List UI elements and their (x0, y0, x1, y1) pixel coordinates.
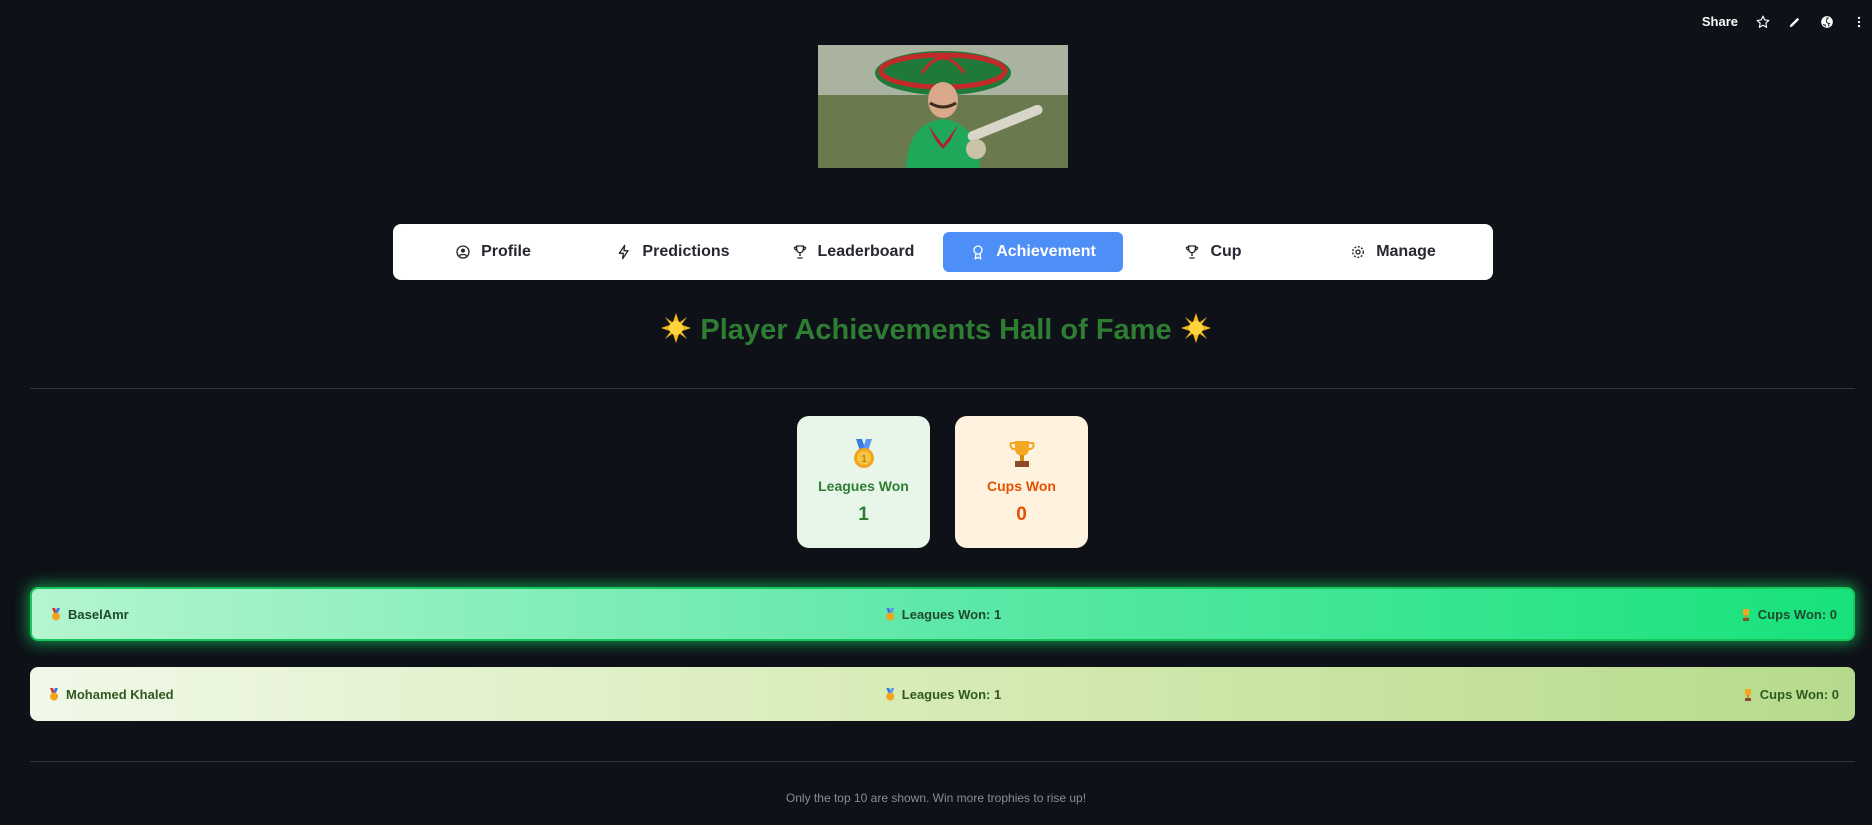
star-icon[interactable] (1756, 15, 1770, 29)
player-row: Mohamed Khaled Leagues Won: 1 Cups Won: … (30, 667, 1855, 721)
cups-won-label: Cups Won (987, 478, 1056, 494)
player-leagues-won: Leagues Won: 1 (901, 686, 1002, 702)
tab-predictions-label: Predictions (642, 243, 730, 260)
medal-icon (52, 607, 60, 620)
tab-profile-label: Profile (481, 243, 531, 260)
player-leagues-cell: Leagues Won: 1 (884, 687, 1001, 702)
gear-icon (1352, 246, 1365, 258)
leagues-won-card: 1 Leagues Won 1 (797, 416, 930, 548)
trophy-icon (1742, 608, 1749, 621)
lightning-icon (619, 244, 630, 260)
leagues-won-value: 1 (858, 504, 869, 525)
tab-achievement-label: Achievement (996, 243, 1096, 260)
tab-profile[interactable]: Profile (403, 232, 583, 272)
footer-note: Only the top 10 are shown. Win more trop… (785, 791, 1087, 805)
edit-icon[interactable] (1788, 15, 1802, 29)
medal-icon (885, 607, 894, 620)
github-icon[interactable] (1820, 15, 1834, 29)
leagues-won-label: Leagues Won (818, 478, 909, 494)
cups-won-card: Cups Won 0 (955, 416, 1088, 548)
player-name-cell: BaselAmr (50, 607, 129, 622)
trophy-icon (793, 245, 806, 259)
player-row: BaselAmr Leagues Won: 1 Cups Won: 0 (30, 587, 1855, 641)
tab-predictions[interactable]: Predictions (583, 232, 763, 272)
player-name: BaselAmr (68, 606, 129, 622)
svg-text:1: 1 (861, 454, 867, 465)
top-toolbar: Share (1702, 14, 1866, 29)
page-title-text: Player Achievements Hall of Fame (700, 314, 1172, 346)
trophy-icon (1744, 688, 1751, 701)
tab-leaderboard-label: Leaderboard (817, 243, 915, 260)
share-button[interactable]: Share (1702, 14, 1738, 29)
medal-icon (50, 687, 58, 700)
trophy-icon (1186, 245, 1199, 259)
more-icon[interactable] (1852, 15, 1866, 29)
sun-icon (1180, 313, 1211, 343)
medal-icon: 1 (853, 439, 874, 468)
page-title: Player Achievements Hall of Fame (0, 312, 1872, 347)
divider (30, 388, 1855, 389)
award-icon (973, 245, 983, 260)
tab-manage-label: Manage (1376, 243, 1436, 260)
cups-won-value: 0 (1016, 504, 1027, 525)
player-cups-won: Cups Won: 0 (1757, 606, 1837, 622)
player-cups-cell: Cups Won: 0 (1740, 607, 1837, 622)
main-nav: Profile Predictions Leaderboard Achievem… (393, 224, 1493, 280)
tab-achievement[interactable]: Achievement (943, 232, 1123, 272)
user-circle-icon (456, 245, 470, 259)
hero-image (818, 45, 1068, 168)
player-leagues-won: Leagues Won: 1 (901, 606, 1002, 622)
app-page: Share Profile Predictions Leaderboard Ac… (0, 0, 1872, 825)
tab-manage[interactable]: Manage (1303, 232, 1483, 272)
player-name-cell: Mohamed Khaled (48, 687, 174, 702)
trophy-icon (1008, 441, 1035, 467)
sun-icon (661, 313, 692, 343)
tab-cup-label: Cup (1210, 243, 1242, 260)
player-name: Mohamed Khaled (66, 686, 174, 702)
tab-cup[interactable]: Cup (1123, 232, 1303, 272)
player-leagues-cell: Leagues Won: 1 (884, 607, 1001, 622)
tab-leaderboard[interactable]: Leaderboard (763, 232, 943, 272)
medal-icon (885, 687, 894, 700)
player-cups-cell: Cups Won: 0 (1742, 687, 1839, 702)
player-cups-won: Cups Won: 0 (1759, 686, 1839, 702)
divider (30, 761, 1855, 762)
